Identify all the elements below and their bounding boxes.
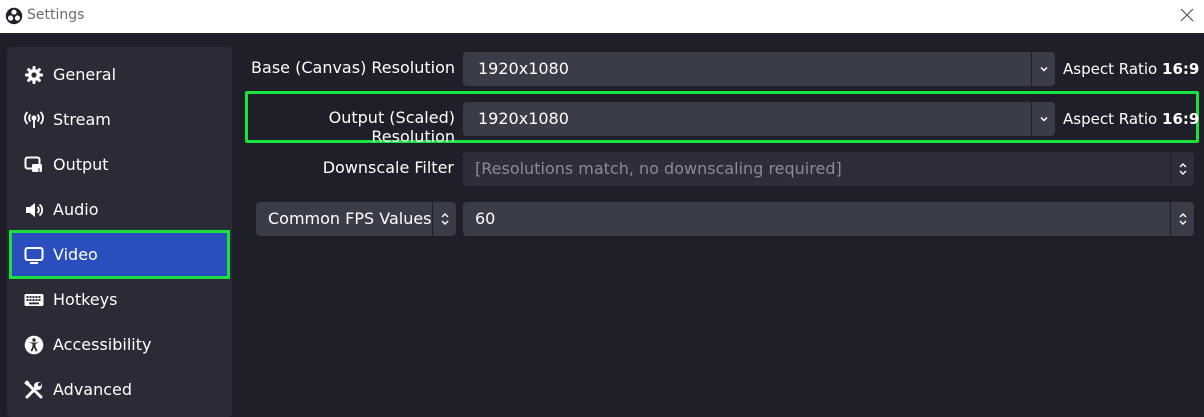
- output-icon: [23, 154, 45, 176]
- sidebar-item-advanced[interactable]: Advanced: [11, 367, 228, 412]
- title-bar: Settings: [0, 0, 1204, 33]
- aspect-ratio-value: 16:9: [1162, 60, 1200, 78]
- close-icon[interactable]: [1178, 6, 1196, 24]
- fps-type-combobox[interactable]: Common FPS Values: [256, 202, 456, 236]
- downscale-filter-combobox[interactable]: [Resolutions match, no downscaling requi…: [463, 152, 1194, 186]
- updown-arrows-icon[interactable]: [432, 202, 456, 236]
- base-resolution-label: Base (Canvas) Resolution: [251, 58, 455, 77]
- antenna-icon: [23, 109, 45, 131]
- fps-value: 60: [475, 209, 496, 228]
- chevron-down-icon[interactable]: [1031, 52, 1055, 86]
- sidebar-item-hotkeys[interactable]: Hotkeys: [11, 277, 228, 322]
- obs-logo-icon: [5, 7, 23, 25]
- base-resolution-combobox[interactable]: 1920x1080: [463, 52, 1055, 86]
- window-title: Settings: [27, 7, 85, 23]
- sidebar-item-label: General: [53, 65, 117, 84]
- sidebar-item-label: Advanced: [53, 380, 133, 399]
- accessibility-icon: [23, 334, 45, 356]
- output-aspect-ratio: Aspect Ratio 16:9: [1063, 110, 1199, 128]
- sidebar-item-stream[interactable]: Stream: [11, 97, 228, 142]
- aspect-ratio-label: Aspect Ratio: [1063, 60, 1158, 78]
- aspect-ratio-label: Aspect Ratio: [1063, 110, 1158, 128]
- sidebar-item-label: Video: [53, 245, 98, 264]
- sidebar-item-audio[interactable]: Audio: [11, 187, 228, 232]
- chevron-down-icon[interactable]: [1031, 102, 1055, 136]
- sidebar-item-output[interactable]: Output: [11, 142, 228, 187]
- output-resolution-combobox[interactable]: 1920x1080: [463, 102, 1055, 136]
- sidebar-item-general[interactable]: General: [11, 52, 228, 97]
- downscale-filter-label: Downscale Filter: [322, 158, 454, 177]
- monitor-icon: [23, 244, 45, 266]
- sidebar-item-label: Accessibility: [53, 335, 152, 354]
- output-resolution-label: Output (Scaled) Resolution: [328, 108, 455, 146]
- tools-icon: [23, 379, 45, 401]
- updown-arrows-icon[interactable]: [1170, 202, 1194, 236]
- downscale-filter-value: [Resolutions match, no downscaling requi…: [475, 159, 842, 178]
- updown-arrows-icon[interactable]: [1170, 152, 1194, 186]
- aspect-ratio-value: 16:9: [1162, 110, 1200, 128]
- keyboard-icon: [23, 289, 45, 311]
- fps-type-value: Common FPS Values: [268, 209, 432, 228]
- sidebar-item-accessibility[interactable]: Accessibility: [11, 322, 228, 367]
- fps-value-combobox[interactable]: 60: [463, 202, 1194, 236]
- gear-icon: [23, 64, 45, 86]
- sidebar-item-label: Audio: [53, 200, 99, 219]
- output-resolution-value: 1920x1080: [478, 109, 569, 128]
- speaker-icon: [23, 199, 45, 221]
- base-resolution-value: 1920x1080: [478, 59, 569, 78]
- sidebar-item-label: Hotkeys: [53, 290, 118, 309]
- sidebar-item-video[interactable]: Video: [9, 230, 230, 279]
- sidebar-item-label: Stream: [53, 110, 111, 129]
- base-aspect-ratio: Aspect Ratio 16:9: [1063, 60, 1199, 78]
- sidebar-item-label: Output: [53, 155, 109, 174]
- settings-sidebar: General Stream Output Audio Video Hotkey…: [7, 47, 232, 417]
